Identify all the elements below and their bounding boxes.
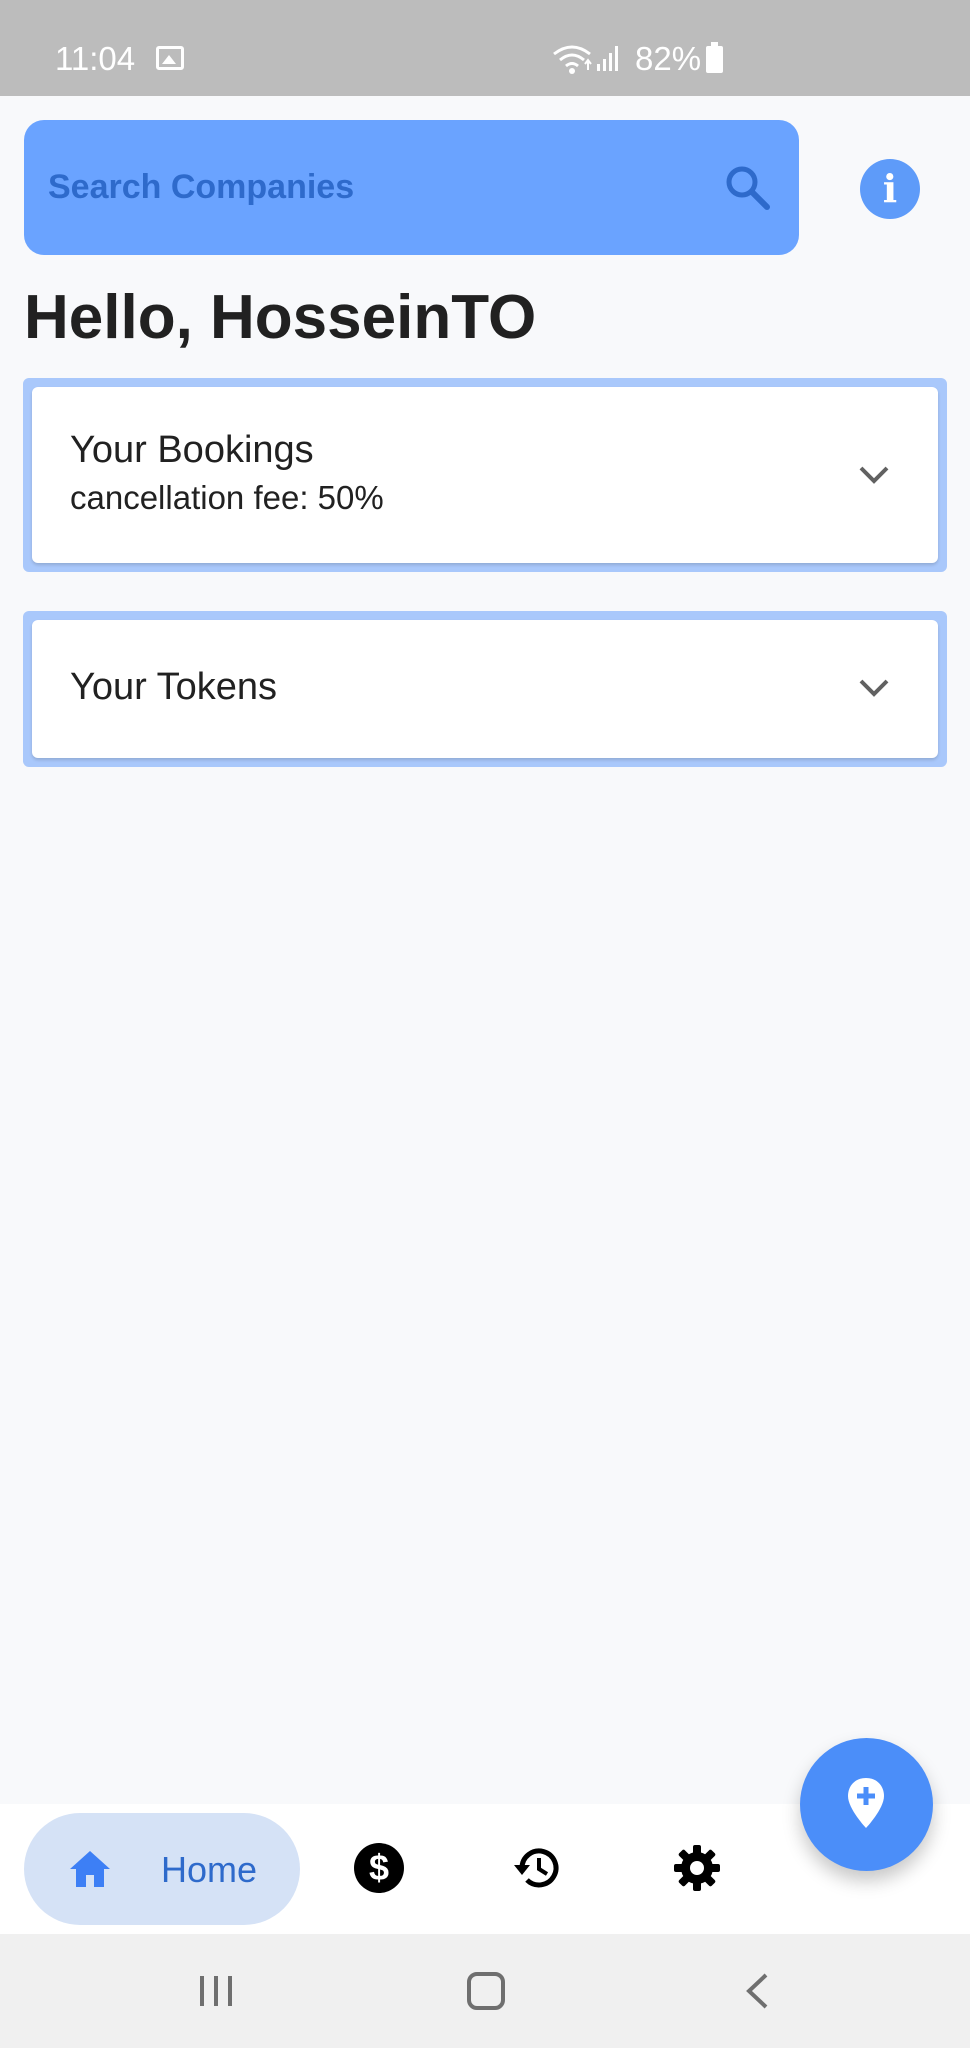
gallery-icon bbox=[156, 46, 184, 70]
bookings-card-body: Your Bookings cancellation fee: 50% bbox=[32, 387, 938, 563]
chevron-down-icon[interactable] bbox=[858, 465, 890, 485]
wifi-icon bbox=[553, 45, 592, 74]
tokens-card-body: Your Tokens bbox=[32, 620, 938, 758]
settings-icon[interactable] bbox=[672, 1843, 722, 1893]
signal-icon bbox=[597, 46, 618, 71]
home-icon bbox=[70, 1851, 110, 1887]
tokens-title: Your Tokens bbox=[70, 666, 278, 708]
search-icon[interactable] bbox=[723, 163, 771, 211]
system-navigation-bar bbox=[0, 1934, 970, 2048]
dollar-icon[interactable]: $ bbox=[354, 1843, 404, 1893]
add-location-icon bbox=[848, 1778, 884, 1828]
home-icon[interactable] bbox=[467, 1972, 505, 2010]
battery-percentage: 82% bbox=[635, 40, 702, 77]
bookings-title: Your Bookings bbox=[70, 429, 314, 471]
chevron-down-icon[interactable] bbox=[858, 678, 890, 698]
search-placeholder: Search Companies bbox=[48, 168, 355, 206]
greeting-title: Hello, HosseinTO bbox=[24, 283, 537, 352]
status-time: 11:04 bbox=[55, 40, 136, 77]
battery-icon bbox=[706, 42, 723, 73]
recent-apps-icon[interactable] bbox=[196, 1974, 236, 2008]
nav-home-tab[interactable]: Home bbox=[24, 1813, 300, 1925]
status-bar: 11:04 82% bbox=[0, 0, 970, 96]
add-location-button[interactable] bbox=[800, 1738, 933, 1871]
nav-home-label: Home bbox=[161, 1849, 258, 1890]
cancellation-fee-text: cancellation fee: 50% bbox=[70, 479, 384, 516]
back-icon[interactable] bbox=[744, 1972, 770, 2010]
search-input[interactable]: Search Companies bbox=[24, 120, 799, 255]
bookings-card[interactable]: Your Bookings cancellation fee: 50% bbox=[23, 378, 947, 572]
tokens-card[interactable]: Your Tokens bbox=[23, 611, 947, 767]
info-icon[interactable]: i bbox=[860, 159, 920, 219]
history-icon[interactable] bbox=[512, 1843, 562, 1893]
